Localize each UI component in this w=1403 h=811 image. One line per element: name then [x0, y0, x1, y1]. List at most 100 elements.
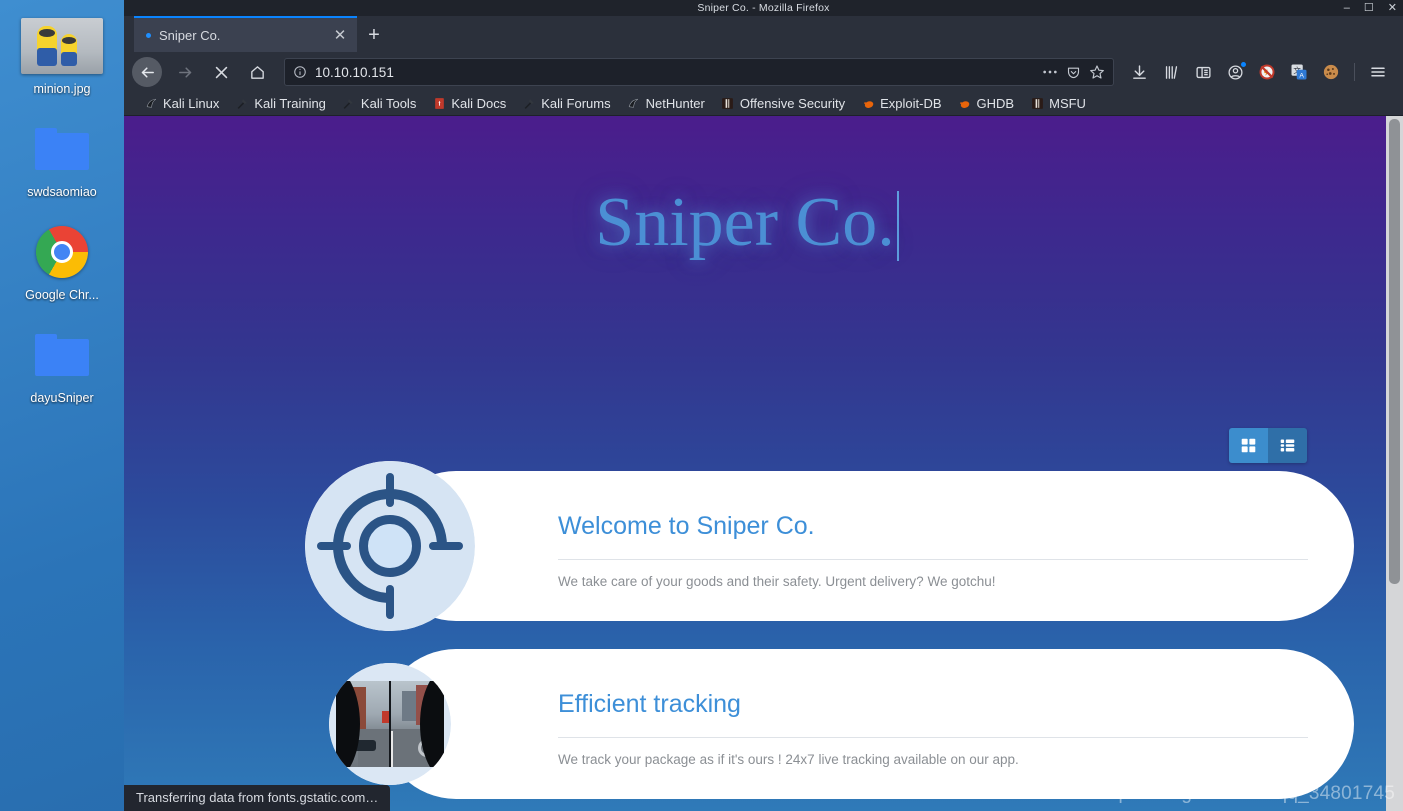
- firefox-window: Sniper Co. - Mozilla Firefox – ☐ ✕ Snipe…: [124, 0, 1403, 811]
- tab-title: Sniper Co.: [159, 27, 221, 43]
- bookmark-offensive-security[interactable]: Offensive Security: [713, 93, 853, 115]
- save-to-pocket-icon[interactable]: [1066, 65, 1081, 80]
- bookmark-kali-tools[interactable]: Kali Tools: [334, 93, 424, 115]
- stop-loading-icon[interactable]: [204, 57, 238, 87]
- maximize-button[interactable]: ☐: [1364, 2, 1374, 14]
- bookmark-nethunter[interactable]: NetHunter: [619, 93, 713, 115]
- svg-text:A: A: [1299, 73, 1304, 80]
- site-info-icon[interactable]: [293, 65, 307, 79]
- desktop-icon-label: swdsaomiao: [27, 185, 97, 199]
- kali-tool-icon: [342, 97, 356, 111]
- browser-tab-sniper-co[interactable]: Sniper Co. ✕: [134, 18, 357, 52]
- card-body: Welcome to Sniper Co. We take care of yo…: [558, 503, 1308, 589]
- text-caret-icon: [896, 191, 899, 261]
- new-tab-button[interactable]: +: [357, 18, 391, 52]
- card-title: Efficient tracking: [558, 690, 741, 718]
- page-viewport: Sniper Co. Welcome to Sniper Co. We take…: [124, 116, 1403, 811]
- noscript-icon[interactable]: [1252, 57, 1282, 87]
- page-scrollbar[interactable]: [1386, 116, 1403, 811]
- desktop-icon-label: minion.jpg: [33, 82, 91, 96]
- desktop-icon-minion-jpg[interactable]: minion.jpg: [0, 10, 124, 97]
- page-title: Sniper Co.: [595, 184, 895, 261]
- feature-card-list: Welcome to Sniper Co. We take care of yo…: [124, 461, 1370, 811]
- home-button-icon[interactable]: [240, 57, 274, 87]
- desktop-icon-dayusniper[interactable]: dayuSniper: [0, 319, 124, 406]
- bookmark-label: GHDB: [976, 96, 1015, 111]
- card-divider: [558, 559, 1308, 560]
- view-toggle-group: [1229, 428, 1307, 463]
- bookmark-star-icon[interactable]: [1089, 64, 1105, 80]
- chrome-icon: [0, 216, 124, 288]
- bookmark-kali-docs[interactable]: Kali Docs: [424, 93, 514, 115]
- bookmark-label: Kali Docs: [451, 96, 507, 111]
- bookmark-label: Kali Linux: [163, 96, 220, 111]
- bookmark-exploit-db[interactable]: Exploit-DB: [853, 93, 949, 115]
- bookmark-label: Offensive Security: [739, 96, 846, 111]
- scope-street-photo: [329, 663, 451, 785]
- desktop-icon-google-chrome[interactable]: Google Chr...: [0, 216, 124, 303]
- kali-tool-icon: [522, 97, 536, 111]
- bookmark-kali-training[interactable]: Kali Training: [227, 93, 334, 115]
- web-page-content: Sniper Co. Welcome to Sniper Co. We take…: [124, 116, 1370, 811]
- feature-card[interactable]: Efficient tracking We track your package…: [329, 649, 1354, 799]
- card-description: We track your package as if it's ours ! …: [558, 752, 1019, 767]
- feature-card[interactable]: Welcome to Sniper Co. We take care of yo…: [305, 461, 1354, 631]
- close-window-button[interactable]: ✕: [1388, 2, 1397, 14]
- bookmark-ghdb[interactable]: GHDB: [950, 93, 1023, 115]
- scrollbar-thumb[interactable]: [1389, 119, 1400, 584]
- offsec-icon: [721, 97, 735, 111]
- card-body: Efficient tracking We track your package…: [558, 681, 1308, 767]
- url-bar[interactable]: 10.10.10.151: [284, 58, 1114, 86]
- grid-view-button[interactable]: [1229, 428, 1268, 463]
- grid-view-icon: [1241, 438, 1256, 453]
- crosshair-target-icon: [305, 461, 475, 631]
- kali-dragon-icon: [144, 97, 158, 111]
- navigation-toolbar: 10.10.10.151 文 A: [124, 52, 1403, 92]
- translate-icon[interactable]: 文A: [1284, 57, 1314, 87]
- library-icon[interactable]: [1156, 57, 1186, 87]
- bookmark-kali-forums[interactable]: Kali Forums: [514, 93, 618, 115]
- url-text[interactable]: 10.10.10.151: [315, 65, 1034, 80]
- image-thumbnail-icon: [0, 10, 124, 82]
- kali-tool-icon: [235, 97, 249, 111]
- account-icon[interactable]: [1220, 57, 1250, 87]
- bookmark-label: Exploit-DB: [880, 96, 942, 111]
- window-controls: – ☐ ✕: [1344, 0, 1397, 16]
- sidebar-icon[interactable]: [1188, 57, 1218, 87]
- close-tab-icon[interactable]: ✕: [331, 28, 349, 43]
- bookmark-msfu[interactable]: MSFU: [1022, 93, 1094, 115]
- kali-dragon-icon: [627, 97, 641, 111]
- desktop-icon-label: Google Chr...: [25, 288, 99, 302]
- back-button-icon[interactable]: [132, 57, 162, 87]
- exploitdb-icon: [958, 97, 972, 111]
- card-divider: [558, 737, 1308, 738]
- list-view-icon: [1280, 439, 1295, 452]
- tab-strip: Sniper Co. ✕ +: [124, 16, 1403, 52]
- desktop-icon-swdsaomiao[interactable]: swdsaomiao: [0, 113, 124, 200]
- bookmark-label: Kali Training: [254, 96, 326, 111]
- offsec-icon: [1030, 97, 1044, 111]
- bookmark-kali-linux[interactable]: Kali Linux: [136, 93, 227, 115]
- downloads-icon[interactable]: [1124, 57, 1154, 87]
- browser-toolbar-buttons: 文A: [1124, 57, 1395, 87]
- status-bar-popup: Transferring data from fonts.gstatic.com…: [124, 785, 391, 811]
- bookmark-label: NetHunter: [645, 96, 705, 111]
- folder-icon: [0, 113, 124, 185]
- kali-docs-icon: [432, 97, 446, 111]
- card-title: Welcome to Sniper Co.: [558, 512, 815, 540]
- list-view-button[interactable]: [1268, 428, 1307, 463]
- page-actions-icon[interactable]: [1042, 69, 1058, 75]
- bookmark-label: Kali Tools: [360, 96, 417, 111]
- minimize-button[interactable]: –: [1344, 2, 1350, 14]
- forward-button-icon[interactable]: [168, 57, 202, 87]
- desktop-icon-list: minion.jpg swdsaomiao Google Chr... dayu…: [0, 0, 124, 811]
- toolbar-separator: [1354, 63, 1355, 81]
- folder-icon: [0, 319, 124, 391]
- bookmark-label: MSFU: [1049, 96, 1086, 111]
- hero-section: Sniper Co.: [124, 116, 1370, 326]
- bookmark-label: Kali Forums: [541, 96, 611, 111]
- app-menu-icon[interactable]: [1363, 57, 1393, 87]
- card-description: We take care of your goods and their saf…: [558, 574, 996, 589]
- desktop-icon-label: dayuSniper: [30, 391, 94, 405]
- cookie-icon[interactable]: [1316, 57, 1346, 87]
